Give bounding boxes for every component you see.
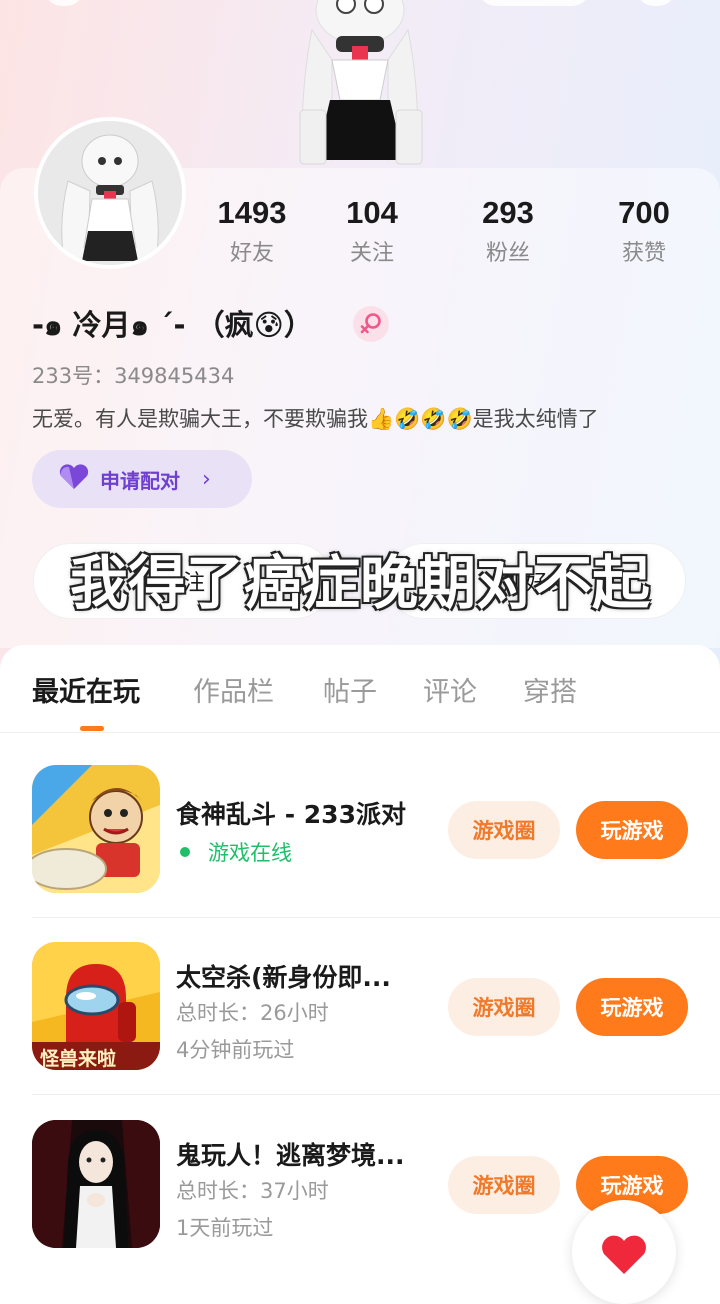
request-match-button[interactable]: 申请配对 ›	[32, 450, 252, 508]
play-game-button[interactable]: 玩游戏	[576, 801, 688, 859]
like-button[interactable]	[572, 1200, 676, 1304]
female-icon	[353, 306, 389, 342]
user-nickname: -๑ 冷月๑ ´- （疯😰）	[32, 308, 313, 342]
heart-icon	[600, 1234, 648, 1280]
play-game-button[interactable]: 玩游戏	[576, 978, 688, 1036]
stat-likes[interactable]: 700 获赞	[584, 195, 704, 267]
user-id: 233号：349845434	[32, 364, 235, 388]
game-online-label: 游戏在线	[208, 841, 292, 865]
stat-likes-value: 700	[618, 195, 670, 230]
game-icon-food-god	[32, 765, 160, 893]
game-duration: 总时长：37小时	[176, 1179, 329, 1203]
stat-friends-value: 1493	[217, 195, 287, 230]
tab-recently-played[interactable]: 最近在玩	[32, 670, 140, 709]
stat-likes-label: 获赞	[621, 241, 666, 266]
tab-posts[interactable]: 帖子	[323, 670, 377, 709]
top-action-button[interactable]	[478, 0, 590, 6]
game-icon-caption: 怪兽来啦	[40, 1048, 117, 1070]
online-dot-icon	[180, 847, 190, 857]
stat-friends-label: 好友	[229, 241, 274, 266]
user-bio: 无爱。有人是欺骗大王，不要欺骗我👍🤣🤣🤣是我太纯情了	[32, 407, 599, 431]
stat-following-value: 104	[346, 195, 398, 230]
game-icon-ghost-player	[32, 1120, 160, 1248]
game-icon-space-kill: 怪兽来啦	[32, 942, 160, 1070]
stat-friends[interactable]: 1493 好友	[192, 195, 312, 267]
stat-fans[interactable]: 293 粉丝	[448, 195, 568, 267]
tabs-divider	[0, 732, 720, 733]
row-divider	[32, 917, 720, 918]
game-duration: 总时长：26小时	[176, 1001, 329, 1025]
row-divider	[32, 1094, 720, 1095]
video-subtitle-overlay: 我得了癌症晚期对不起	[69, 549, 650, 617]
banner-avatar-figure	[299, 0, 423, 165]
game-title: 食神乱斗 - 233派对	[176, 800, 406, 829]
heart-icon	[58, 463, 90, 495]
game-title: 鬼玩人！逃离梦境...	[176, 1141, 405, 1170]
game-online-status: 游戏在线	[176, 837, 292, 867]
chevron-right-icon: ›	[202, 466, 211, 492]
tab-comments[interactable]: 评论	[423, 670, 477, 709]
stat-fans-label: 粉丝	[485, 241, 530, 266]
tab-works[interactable]: 作品栏	[193, 670, 274, 709]
game-circle-button[interactable]: 游戏圈	[448, 801, 560, 859]
game-circle-button[interactable]: 游戏圈	[448, 1156, 560, 1214]
tab-outfits[interactable]: 穿搭	[523, 670, 577, 709]
stat-following[interactable]: 104 关注	[312, 195, 432, 267]
game-last-played: 1天前玩过	[176, 1216, 274, 1240]
game-circle-button[interactable]: 游戏圈	[448, 978, 560, 1036]
game-title: 太空杀(新身份即...	[176, 963, 391, 992]
game-last-played: 4分钟前玩过	[176, 1038, 295, 1062]
stat-following-label: 关注	[349, 241, 394, 266]
active-tab-indicator	[80, 726, 104, 731]
user-avatar[interactable]	[34, 117, 186, 269]
stat-fans-value: 293	[482, 195, 534, 230]
request-match-label: 申请配对	[100, 468, 180, 493]
